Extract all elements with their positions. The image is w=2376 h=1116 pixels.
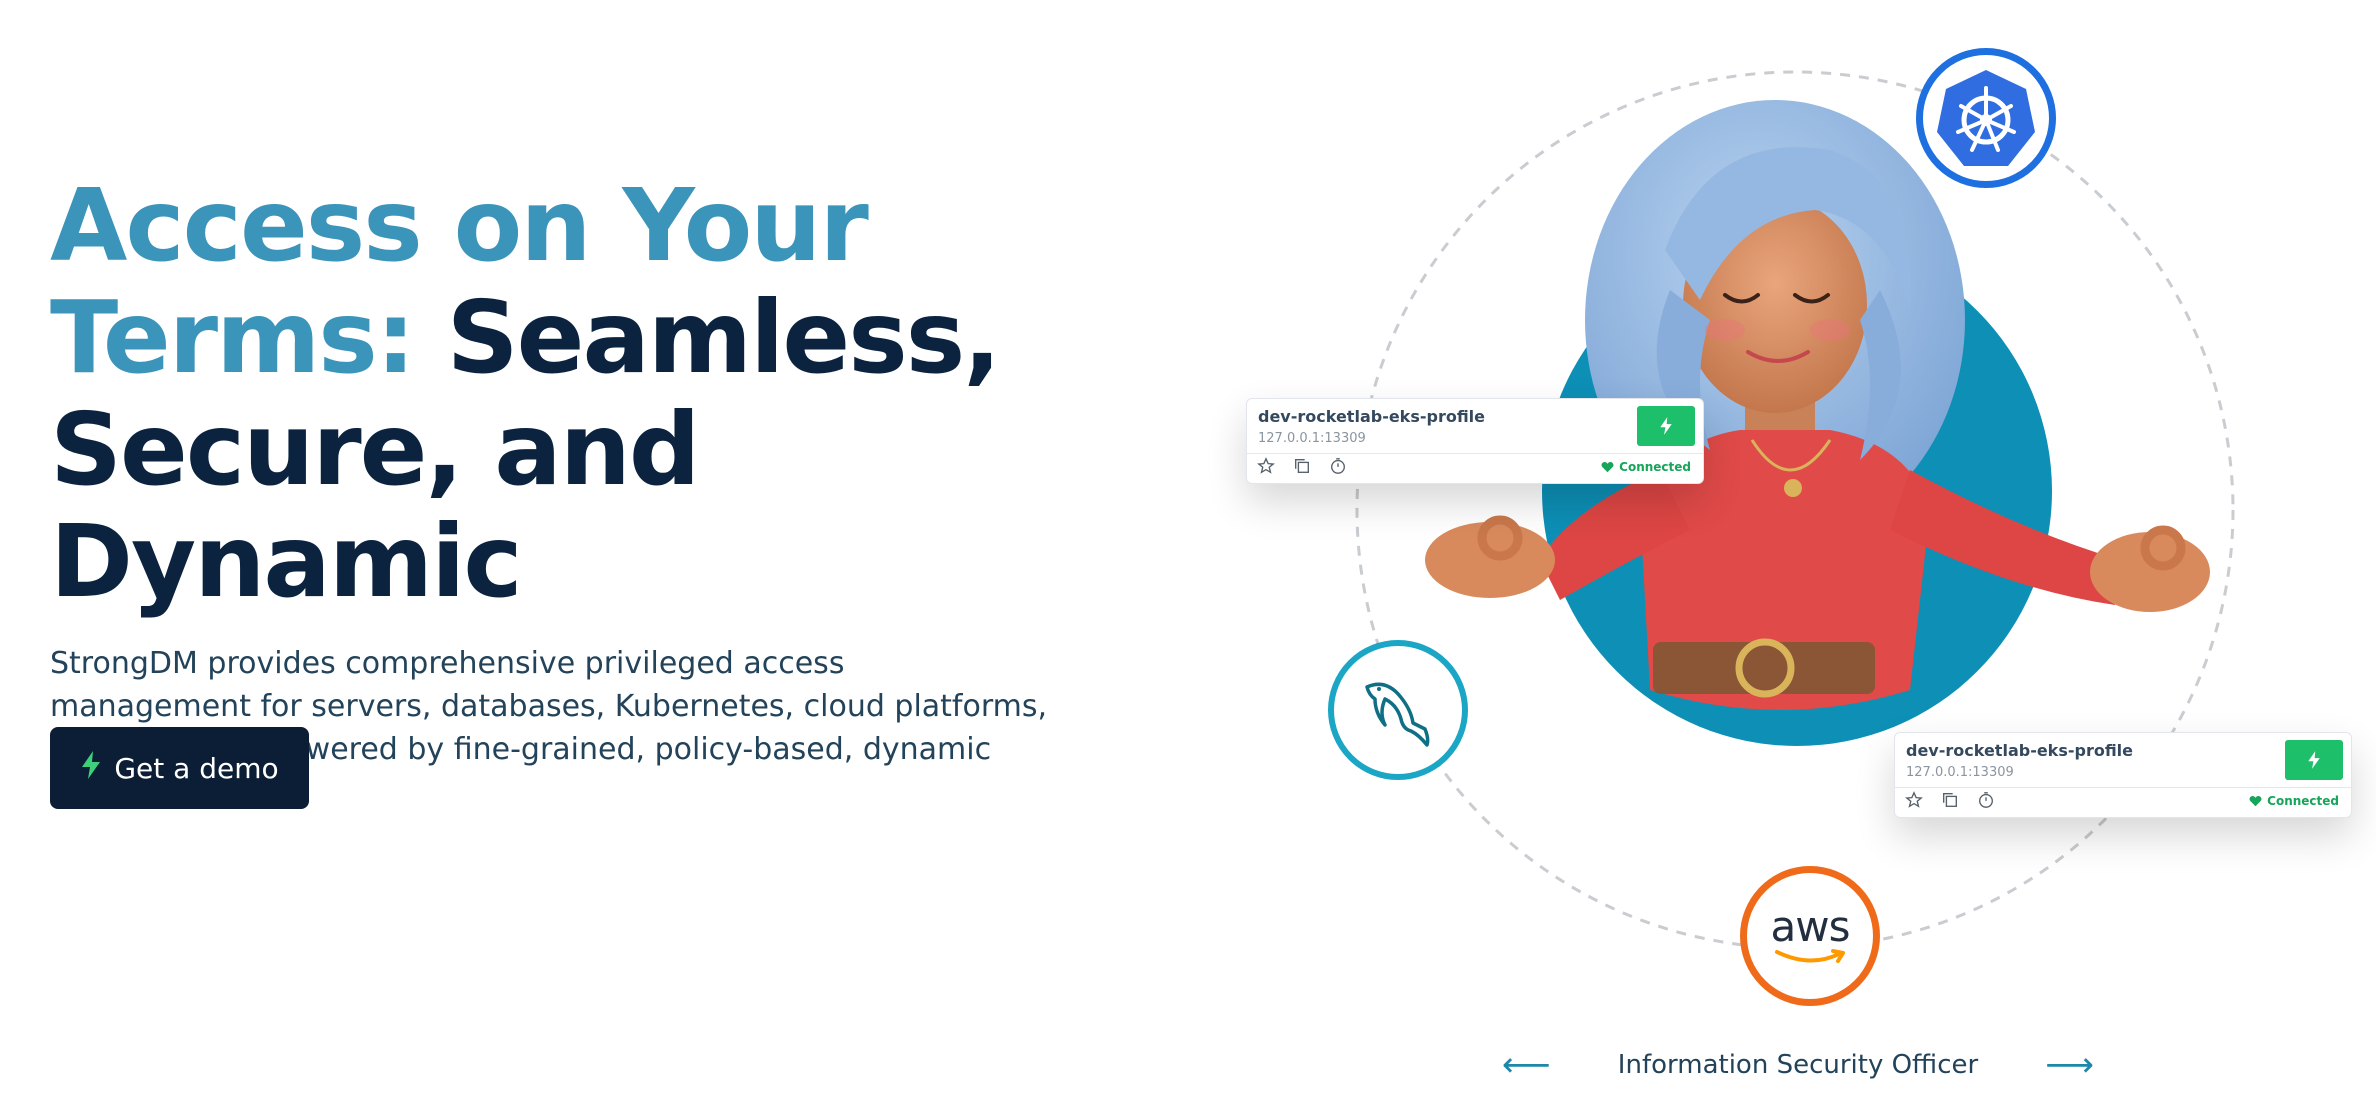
- star-icon[interactable]: [1905, 791, 1923, 809]
- resource-card[interactable]: dev-rocketlab-eks-profile 127.0.0.1:1330…: [1246, 398, 1704, 484]
- connection-status: Connected: [1601, 460, 1691, 474]
- aws-logo: aws: [1740, 866, 1880, 1006]
- get-demo-label: Get a demo: [114, 751, 279, 785]
- aws-smile-arrow-icon: [1774, 949, 1845, 963]
- connection-status-label: Connected: [2267, 794, 2339, 808]
- star-icon[interactable]: [1257, 457, 1275, 475]
- card-toolbar: [1905, 791, 1995, 809]
- connect-button[interactable]: [1637, 406, 1695, 446]
- copy-icon[interactable]: [1293, 457, 1311, 475]
- resource-address: 127.0.0.1:13309: [1258, 431, 1366, 446]
- aws-logo-text: aws: [1770, 902, 1851, 951]
- timer-icon[interactable]: [1329, 457, 1347, 475]
- card-toolbar: [1257, 457, 1347, 475]
- arrow-left-icon[interactable]: ⟵: [1488, 1045, 1565, 1085]
- resource-address: 127.0.0.1:13309: [1906, 765, 2014, 780]
- hero-headline: Access on Your Terms: Seamless, Secure, …: [50, 170, 1110, 618]
- connection-status: Connected: [2249, 794, 2339, 808]
- copy-icon[interactable]: [1941, 791, 1959, 809]
- resource-name: dev-rocketlab-eks-profile: [1258, 407, 1486, 426]
- card-divider: [1247, 453, 1703, 454]
- role-carousel: ⟵ Information Security Officer ⟶: [1488, 1040, 2108, 1090]
- connect-button[interactable]: [2285, 740, 2343, 780]
- heart-icon: [2249, 796, 2262, 807]
- get-demo-button[interactable]: Get a demo: [50, 727, 309, 809]
- carousel-role-label: Information Security Officer: [1617, 1050, 1979, 1080]
- card-divider: [1895, 787, 2351, 788]
- hero-text: Access on Your Terms: Seamless, Secure, …: [50, 170, 1110, 814]
- heart-icon: [1601, 462, 1614, 473]
- lightning-bolt-icon: [80, 750, 102, 786]
- connection-status-label: Connected: [1619, 460, 1691, 474]
- mysql-logo: [1328, 640, 1468, 780]
- arrow-right-icon[interactable]: ⟶: [2031, 1045, 2108, 1085]
- resource-name: dev-rocketlab-eks-profile: [1906, 741, 2134, 760]
- kubernetes-wheel-icon: [1937, 70, 2035, 166]
- timer-icon[interactable]: [1977, 791, 1995, 809]
- kubernetes-logo: [1916, 48, 2056, 188]
- mysql-dolphin-icon: [1365, 682, 1430, 747]
- hero-illustration: aws dev-rocketlab-eks-profile 127.0.0.1:…: [1130, 0, 2376, 1116]
- lightning-bolt-icon: [2308, 751, 2320, 769]
- resource-card[interactable]: dev-rocketlab-eks-profile 127.0.0.1:1330…: [1894, 732, 2352, 818]
- lightning-bolt-icon: [1660, 417, 1672, 435]
